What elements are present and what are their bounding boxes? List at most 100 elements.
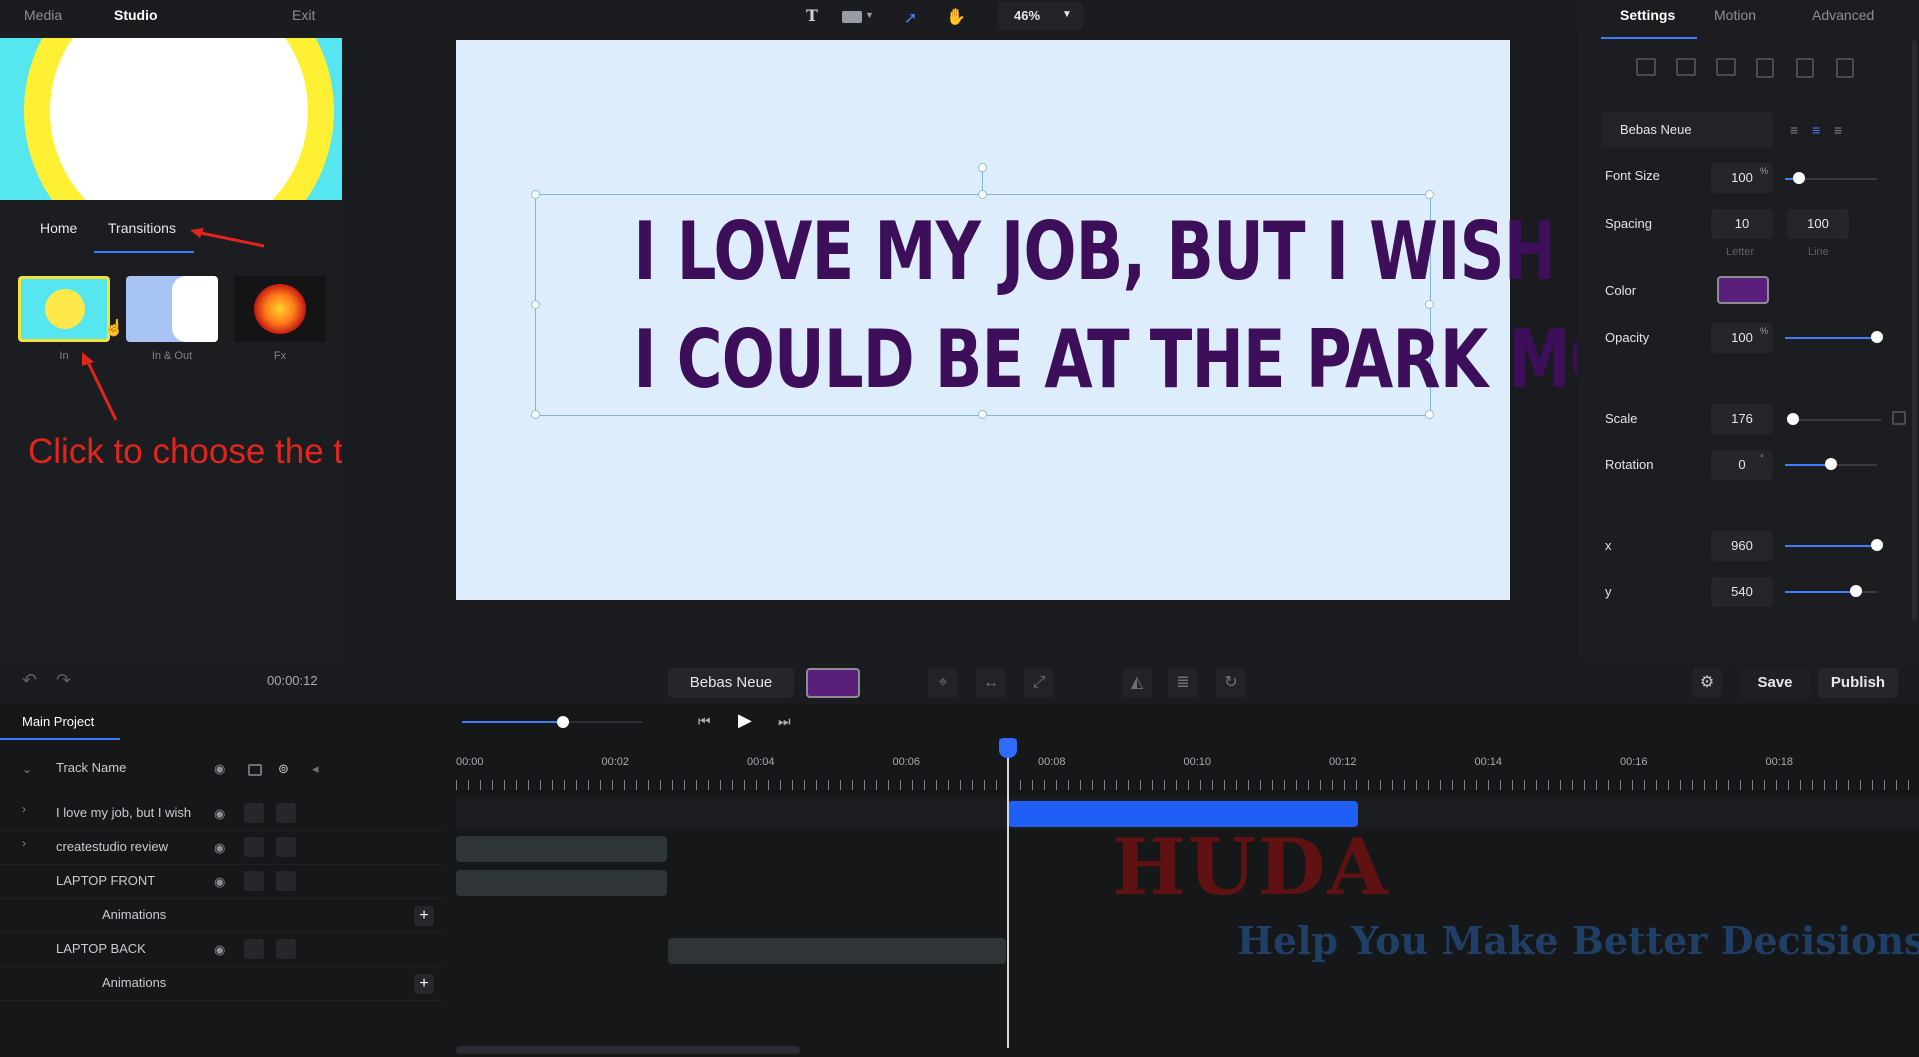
tab-studio[interactable]: Studio xyxy=(114,7,158,23)
lock-all-icon[interactable] xyxy=(248,764,262,776)
mirror-icon[interactable]: ◭ xyxy=(1122,668,1152,698)
align-top-icon[interactable] xyxy=(1756,58,1774,78)
lock-icon[interactable] xyxy=(1892,411,1906,425)
laptop-front-clip[interactable] xyxy=(456,870,667,896)
tab-settings[interactable]: Settings xyxy=(1620,7,1675,23)
track-solo-toggle[interactable] xyxy=(276,803,296,823)
audio-icon[interactable]: ◂ xyxy=(312,761,319,777)
track-visibility-icon[interactable]: ◉ xyxy=(214,942,225,958)
track-solo-toggle[interactable] xyxy=(276,871,296,891)
resize-handle-l[interactable] xyxy=(531,300,540,309)
collapse-all-icon[interactable]: ⌄ xyxy=(22,762,32,776)
tab-media[interactable]: Media xyxy=(24,7,62,23)
exit-button[interactable]: Exit xyxy=(292,7,315,23)
visibility-all-icon[interactable]: ◉ xyxy=(214,761,225,777)
chevron-down-icon[interactable]: ▼ xyxy=(865,10,874,20)
text-color-button[interactable] xyxy=(806,668,860,698)
align-right-icon[interactable] xyxy=(1716,58,1736,76)
track-row[interactable] xyxy=(0,966,445,1001)
scale-slider[interactable] xyxy=(1793,419,1881,421)
skip-back-icon[interactable]: ⏮ xyxy=(698,713,711,730)
zoom-chevron-icon[interactable]: ▼ xyxy=(1062,9,1072,20)
align-middle-v-icon[interactable] xyxy=(1796,58,1814,78)
resize-handle-bl[interactable] xyxy=(531,410,540,419)
skip-forward-icon[interactable]: ⏭ xyxy=(778,713,791,730)
tab-home[interactable]: Home xyxy=(40,220,77,236)
ruler-label: 00:10 xyxy=(1183,756,1212,768)
review-clip[interactable] xyxy=(456,836,667,862)
save-button[interactable]: Save xyxy=(1740,668,1810,698)
opacity-slider-knob[interactable] xyxy=(1871,331,1883,343)
x-input[interactable]: 960 xyxy=(1711,531,1773,561)
redo-icon[interactable]: ↷ xyxy=(56,670,71,691)
resize-handle-tr[interactable] xyxy=(1425,190,1434,199)
add-animation-button[interactable]: + xyxy=(414,906,434,926)
text-align-right-icon[interactable]: ≡ xyxy=(1834,122,1842,138)
y-slider-knob[interactable] xyxy=(1849,585,1862,597)
hand-pan-icon[interactable]: ✋ xyxy=(946,7,966,27)
color-swatch[interactable] xyxy=(1717,276,1769,304)
scale-input[interactable]: 176 xyxy=(1711,404,1773,434)
tab-transitions[interactable]: Transitions xyxy=(108,220,176,236)
expand-track-icon[interactable]: › xyxy=(22,836,26,850)
transition-in-thumb[interactable] xyxy=(18,276,110,342)
transition-in-out-thumb[interactable] xyxy=(126,276,218,342)
playhead-handle[interactable] xyxy=(999,738,1017,758)
transition-fx-thumb[interactable] xyxy=(234,276,326,342)
track-solo-toggle[interactable] xyxy=(276,837,296,857)
track-row[interactable] xyxy=(0,898,445,933)
timeline-scrollbar[interactable] xyxy=(456,1046,800,1054)
solo-binoculars-icon[interactable]: ⊚ xyxy=(278,761,289,777)
play-icon[interactable]: ▶ xyxy=(738,710,752,731)
track-visibility-icon[interactable]: ◉ xyxy=(214,840,225,856)
scale-slider-knob[interactable] xyxy=(1787,413,1799,425)
zoom-slider[interactable] xyxy=(562,721,642,723)
rotate-icon[interactable]: ↻ xyxy=(1216,668,1246,698)
active-tab-indicator xyxy=(94,251,194,253)
text-align-left-icon[interactable]: ≡ xyxy=(1790,122,1798,138)
track-lock-toggle[interactable] xyxy=(244,871,264,891)
y-input[interactable]: 540 xyxy=(1711,577,1773,607)
resize-handle-r[interactable] xyxy=(1425,300,1434,309)
resize-handle-br[interactable] xyxy=(1425,410,1434,419)
laptop-back-clip[interactable] xyxy=(668,938,1006,964)
track-lock-toggle[interactable] xyxy=(244,939,264,959)
rotation-unit: ° xyxy=(1760,453,1764,463)
x-slider-knob[interactable] xyxy=(1871,539,1883,551)
rotation-slider-knob[interactable] xyxy=(1825,458,1837,470)
font-button[interactable]: Bebas Neue xyxy=(668,668,794,698)
undo-icon[interactable]: ↶ xyxy=(22,670,37,691)
gear-icon[interactable]: ⚙ xyxy=(1692,668,1722,698)
tab-motion[interactable]: Motion xyxy=(1714,7,1756,23)
resize-handle-tl[interactable] xyxy=(531,190,540,199)
zoom-slider-knob[interactable] xyxy=(557,716,569,728)
letter-spacing-input[interactable]: 10 xyxy=(1711,209,1773,239)
target-icon[interactable]: ⌖ xyxy=(928,668,958,698)
text-tool-icon[interactable]: T xyxy=(806,6,818,25)
track-visibility-icon[interactable]: ◉ xyxy=(214,874,225,890)
text-align-center-icon[interactable]: ≡ xyxy=(1812,122,1820,138)
track-visibility-icon[interactable]: ◉ xyxy=(214,806,225,822)
line-spacing-input[interactable]: 100 xyxy=(1787,209,1849,239)
flip-horizontal-icon[interactable]: ↔ xyxy=(976,668,1006,698)
track-lock-toggle[interactable] xyxy=(244,837,264,857)
shape-tool-icon[interactable] xyxy=(842,11,862,23)
track-solo-toggle[interactable] xyxy=(276,939,296,959)
tab-advanced[interactable]: Advanced xyxy=(1812,7,1874,23)
align-icon[interactable]: ≣ xyxy=(1168,668,1198,698)
align-bottom-icon[interactable] xyxy=(1836,58,1854,78)
transition-fx-label: Fx xyxy=(273,350,287,362)
align-left-icon[interactable] xyxy=(1636,58,1656,76)
add-animation-button[interactable]: + xyxy=(414,974,434,994)
main-project-tab[interactable]: Main Project xyxy=(22,714,94,729)
right-panel-scrollbar[interactable] xyxy=(1912,40,1917,620)
track-lock-toggle[interactable] xyxy=(244,803,264,823)
select-pointer-icon[interactable]: ➚ xyxy=(904,8,917,28)
expand-track-icon[interactable]: › xyxy=(22,802,26,816)
transition-in-out-label: In & Out xyxy=(151,350,193,362)
font-size-slider-knob[interactable] xyxy=(1792,172,1805,184)
publish-button[interactable]: Publish xyxy=(1818,668,1898,698)
align-center-h-icon[interactable] xyxy=(1676,58,1696,76)
rotate-handle[interactable] xyxy=(978,163,987,172)
expand-icon[interactable]: ⤢ xyxy=(1024,668,1054,698)
